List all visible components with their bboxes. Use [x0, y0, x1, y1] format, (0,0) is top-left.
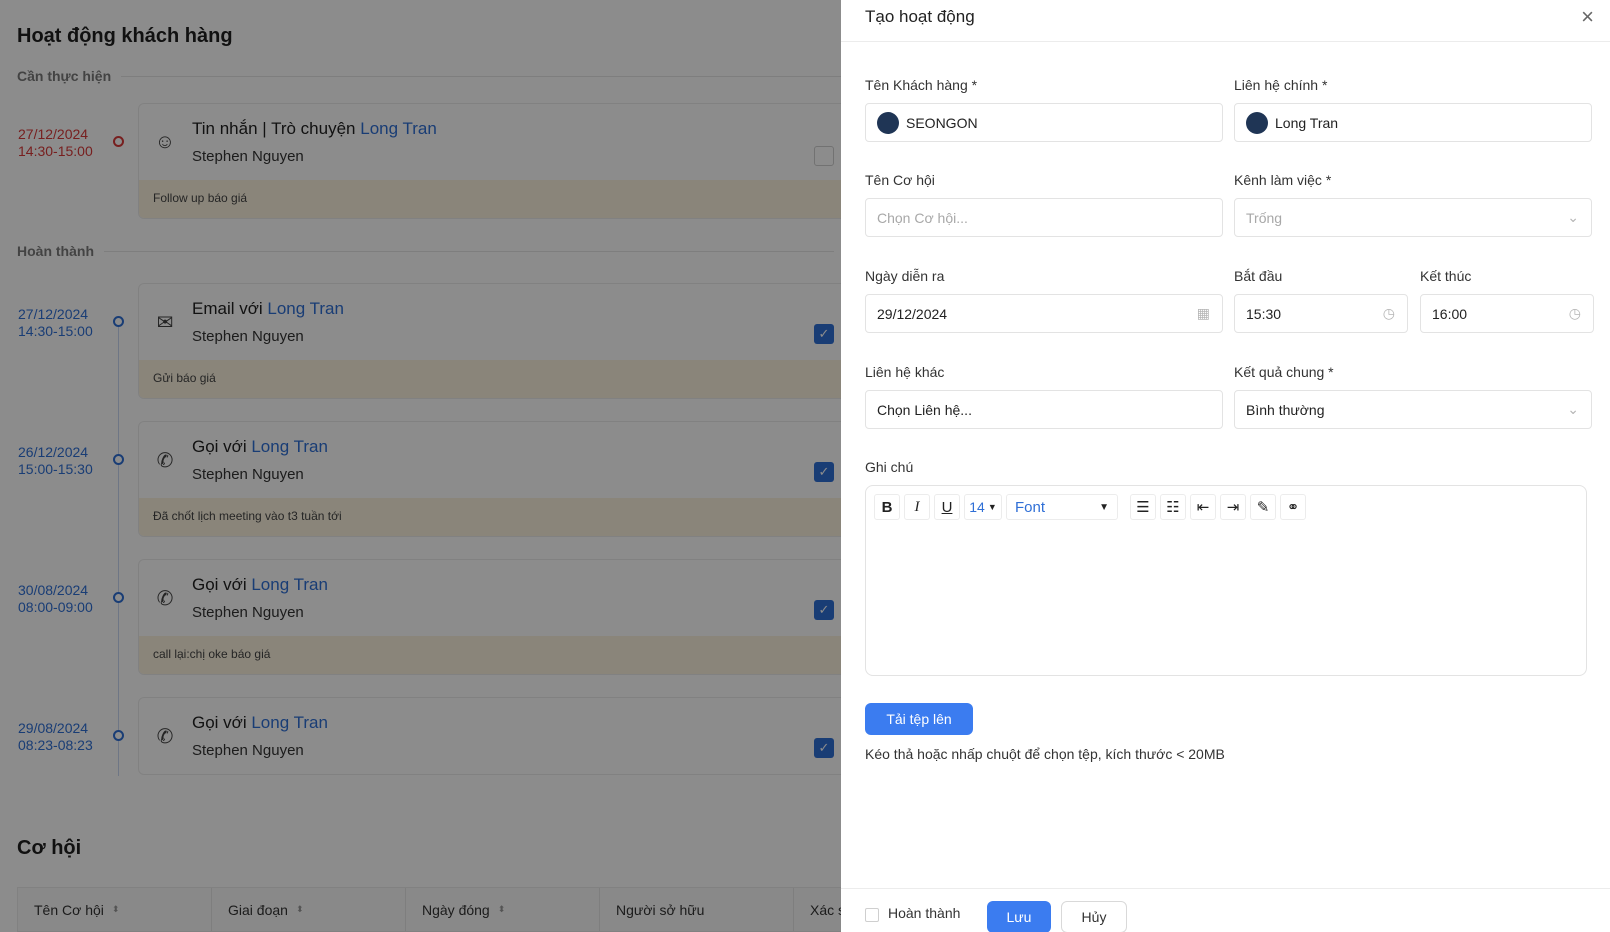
- chevron-down-icon: ⌄: [1567, 209, 1579, 225]
- date-picker[interactable]: 29/12/2024 ▦: [865, 294, 1223, 333]
- notes-editor[interactable]: B I U 14 ▼ Font ▼ ☰ ☷ ⇤ ⇥ ✎ ⚭: [865, 485, 1587, 676]
- channel-label: Kênh làm việc *: [1234, 172, 1332, 188]
- upload-button[interactable]: Tải tệp lên: [865, 703, 973, 735]
- other-contact-label: Liên hệ khác: [865, 364, 945, 380]
- link-icon[interactable]: ⚭: [1280, 494, 1306, 520]
- indent-icon[interactable]: ⇥: [1220, 494, 1246, 520]
- save-button[interactable]: Lưu: [987, 901, 1051, 932]
- underline-icon[interactable]: U: [934, 494, 960, 520]
- outdent-icon[interactable]: ⇤: [1190, 494, 1216, 520]
- opportunity-select[interactable]: Chọn Cơ hội...: [865, 198, 1223, 237]
- avatar: [877, 111, 899, 134]
- create-activity-drawer: Tạo hoạt động × Tên Khách hàng * SEONGON…: [841, 0, 1610, 932]
- start-label: Bắt đầu: [1234, 268, 1283, 284]
- clock-icon: ◷: [1568, 305, 1581, 321]
- bold-icon[interactable]: B: [874, 494, 900, 520]
- drawer-footer: Hoàn thành Lưu Hủy: [841, 888, 1610, 932]
- font-family-select[interactable]: Font ▼: [1006, 494, 1118, 520]
- complete-label: Hoàn thành: [888, 905, 961, 921]
- highlight-icon[interactable]: ✎: [1250, 494, 1276, 520]
- clock-icon: ◷: [1382, 305, 1395, 321]
- font-size-select[interactable]: 14 ▼: [964, 494, 1002, 520]
- notes-label: Ghi chú: [865, 459, 914, 475]
- date-label: Ngày diễn ra: [865, 268, 945, 284]
- calendar-icon: ▦: [1196, 305, 1210, 321]
- complete-checkbox[interactable]: [865, 908, 879, 922]
- avatar: [1246, 111, 1268, 134]
- opportunity-label: Tên Cơ hội: [865, 172, 935, 188]
- end-label: Kết thúc: [1420, 268, 1472, 284]
- other-contact-select[interactable]: Chọn Liên hệ...: [865, 390, 1223, 429]
- bullet-list-icon[interactable]: ☰: [1130, 494, 1156, 520]
- contact-label: Liên hệ chính *: [1234, 77, 1328, 93]
- channel-select[interactable]: Trống ⌄: [1234, 198, 1592, 237]
- contact-field[interactable]: Long Tran: [1234, 103, 1592, 142]
- editor-toolbar: B I U 14 ▼ Font ▼ ☰ ☷ ⇤ ⇥ ✎ ⚭: [874, 494, 1306, 520]
- italic-icon[interactable]: I: [904, 494, 930, 520]
- cancel-button[interactable]: Hủy: [1061, 901, 1127, 932]
- customer-label: Tên Khách hàng *: [865, 77, 978, 93]
- close-icon[interactable]: ×: [1581, 4, 1594, 30]
- drawer-header: Tạo hoạt động ×: [841, 0, 1610, 42]
- chevron-down-icon: ⌄: [1567, 401, 1579, 417]
- drawer-title: Tạo hoạt động: [865, 7, 975, 26]
- start-time-picker[interactable]: 15:30 ◷: [1234, 294, 1408, 333]
- customer-field[interactable]: SEONGON: [865, 103, 1223, 142]
- result-select[interactable]: Bình thường ⌄: [1234, 390, 1592, 429]
- numbered-list-icon[interactable]: ☷: [1160, 494, 1186, 520]
- result-label: Kết quả chung *: [1234, 364, 1334, 380]
- upload-hint: Kéo thả hoặc nhấp chuột để chọn tệp, kíc…: [865, 746, 1225, 762]
- end-time-picker[interactable]: 16:00 ◷: [1420, 294, 1594, 333]
